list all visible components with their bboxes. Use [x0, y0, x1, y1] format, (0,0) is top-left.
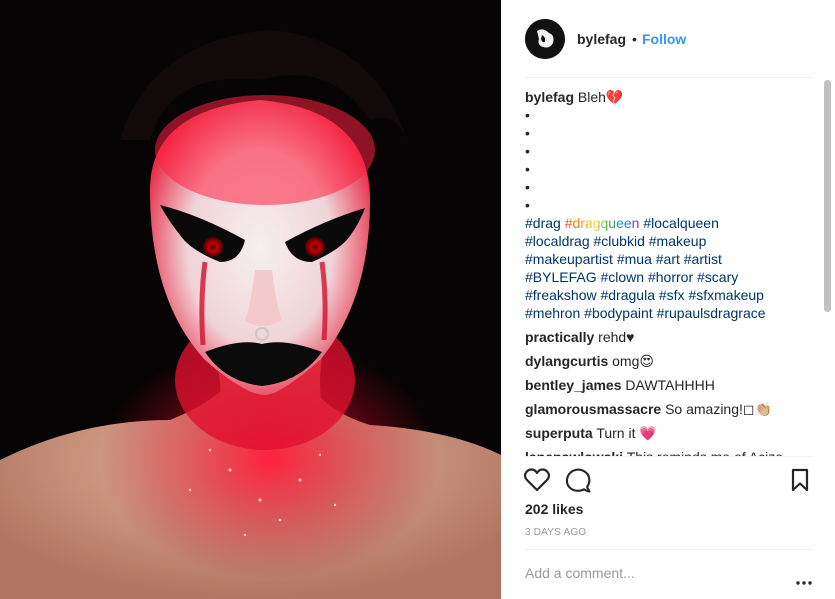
- header-divider: [525, 77, 812, 78]
- post-photo[interactable]: [0, 0, 501, 599]
- comment-text: rehd♥: [598, 329, 635, 345]
- hashtag-line: #freakshow #dragula #sfx #sfxmakeup: [525, 286, 815, 304]
- comment-item: bentley_james DAWTAHHHH: [525, 376, 815, 394]
- comment-box-divider: [525, 549, 812, 550]
- caption-hashtags: #drag #dragqueen #localqueen #localdrag #…: [525, 214, 815, 322]
- likes-count[interactable]: 202 likes: [525, 500, 583, 518]
- hashtag-link[interactable]: #localqueen: [643, 215, 719, 231]
- hashtag-link[interactable]: #clubkid: [594, 233, 645, 249]
- caption-bullet: •: [525, 197, 530, 213]
- hashtag-link[interactable]: #dragula: [600, 287, 655, 303]
- hashtag-link[interactable]: #drag: [525, 215, 561, 231]
- comment-username[interactable]: dylangcurtis: [525, 353, 608, 369]
- comment-item: superputa Turn it 💗: [525, 424, 815, 442]
- post-date[interactable]: 3 DAYS AGO: [525, 527, 586, 539]
- avatar-image: [525, 19, 565, 59]
- hashtag-link[interactable]: #makeup: [649, 233, 707, 249]
- hashtag-link[interactable]: #art: [656, 251, 680, 267]
- avatar[interactable]: [525, 19, 565, 59]
- comment-item: practically rehd♥: [525, 328, 815, 346]
- hashtag-link[interactable]: #sfx: [659, 287, 685, 303]
- post-header: bylefag • Follow: [501, 0, 835, 77]
- caption-username[interactable]: bylefag: [525, 89, 574, 105]
- caption-line: bylefag Bleh💔: [525, 88, 815, 106]
- comment-username[interactable]: lanepawlowski: [525, 449, 623, 456]
- header-separator: •: [632, 31, 637, 47]
- bookmark-icon[interactable]: [790, 468, 810, 497]
- hashtag-link[interactable]: #scary: [697, 269, 738, 285]
- more-options-icon[interactable]: [796, 572, 812, 590]
- comment-username[interactable]: practically: [525, 329, 594, 345]
- hashtag-link[interactable]: #sfxmakeup: [688, 287, 763, 303]
- hashtag-link[interactable]: #makeupartist: [525, 251, 613, 267]
- hashtag-link[interactable]: #horror: [648, 269, 693, 285]
- follow-button[interactable]: Follow: [642, 31, 686, 48]
- add-comment-input[interactable]: [523, 563, 777, 583]
- header-username[interactable]: bylefag: [577, 31, 626, 48]
- comment-text: Turn it 💗: [596, 425, 657, 441]
- post-image: [0, 0, 501, 599]
- hashtag-line: #drag #dragqueen #localqueen: [525, 214, 815, 232]
- heart-icon[interactable]: [523, 467, 551, 498]
- hashtag-link[interactable]: #rupaulsdragrace: [657, 305, 766, 321]
- hashtag-link[interactable]: #clown: [600, 269, 644, 285]
- comment-bubble-icon[interactable]: [565, 467, 591, 498]
- comment-text: DAWTAHHHH: [625, 377, 715, 393]
- hashtag-line: #localdrag #clubkid #makeup: [525, 232, 815, 250]
- comments-scrollbar[interactable]: [824, 80, 831, 312]
- comment-rows: practically rehd♥ dylangcurtis omg😍 bentle…: [525, 328, 815, 456]
- post-side-panel: bylefag • Follow bylefag Bleh💔 • • • • •…: [501, 0, 835, 599]
- caption-bullet: •: [525, 161, 530, 177]
- comment-text: omg😍: [612, 353, 654, 369]
- comment-username[interactable]: glamorousmassacre: [525, 401, 661, 417]
- comment-text: So amazing!◻👏🏼: [665, 401, 772, 417]
- hashtag-link[interactable]: #mua: [617, 251, 652, 267]
- caption-text: Bleh💔: [577, 89, 624, 105]
- comment-username[interactable]: bentley_james: [525, 377, 622, 393]
- caption-bullet: •: [525, 107, 530, 123]
- actions-divider: [525, 456, 812, 457]
- comment-text: This reminds me of Acize: [627, 449, 783, 456]
- comment-item: dylangcurtis omg😍: [525, 352, 815, 370]
- hashtag-link[interactable]: #dragqueen: [565, 215, 640, 231]
- caption-bullet: •: [525, 125, 530, 141]
- hashtag-line: #mehron #bodypaint #rupaulsdragrace: [525, 304, 815, 322]
- hashtag-link[interactable]: #freakshow: [525, 287, 597, 303]
- comment-item: lanepawlowski This reminds me of Acize: [525, 448, 815, 456]
- caption-bullet: •: [525, 143, 530, 159]
- hashtag-line: #BYLEFAG #clown #horror #scary: [525, 268, 815, 286]
- hashtag-link[interactable]: #bodypaint: [584, 305, 653, 321]
- hashtag-link[interactable]: #localdrag: [525, 233, 590, 249]
- hashtag-link[interactable]: #artist: [684, 251, 722, 267]
- caption-bullet: •: [525, 179, 530, 195]
- comment-username[interactable]: superputa: [525, 425, 593, 441]
- hashtag-link[interactable]: #BYLEFAG: [525, 269, 597, 285]
- comment-item: glamorousmassacre So amazing!◻👏🏼: [525, 400, 815, 418]
- comments-list[interactable]: bylefag Bleh💔 • • • • • • #drag #dragque…: [525, 88, 815, 456]
- hashtag-link[interactable]: #mehron: [525, 305, 580, 321]
- hashtag-line: #makeupartist #mua #art #artist: [525, 250, 815, 268]
